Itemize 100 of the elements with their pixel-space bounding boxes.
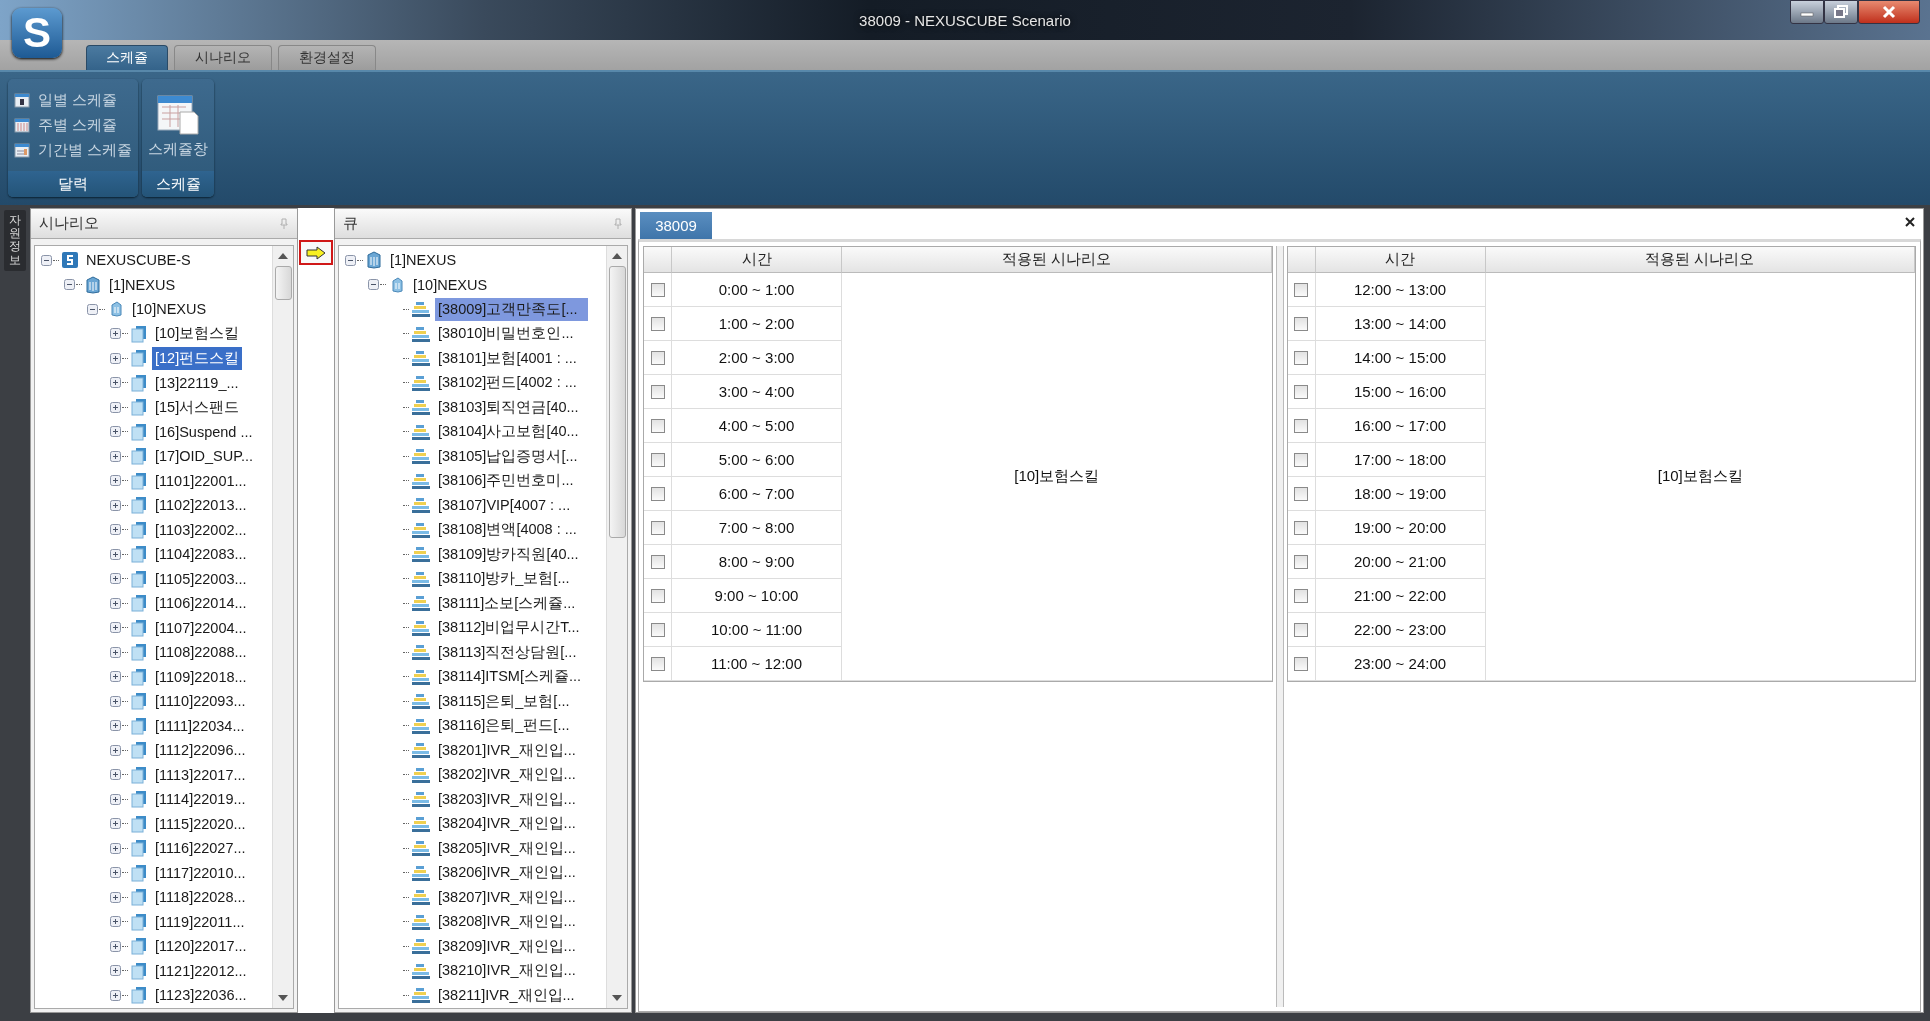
tree-item[interactable]: [1106]22014...	[152, 593, 250, 614]
scroll-down-icon[interactable]	[612, 995, 622, 1001]
tree-item[interactable]: [1115]22020...	[152, 813, 249, 834]
expand-icon[interactable]	[110, 793, 121, 805]
tree-item[interactable]: [38109]방카직원[40...	[435, 542, 582, 566]
tree-item[interactable]: [38210]IVR_재인입...	[435, 959, 579, 983]
tree-item[interactable]: [38111]소보[스케쥴...	[435, 591, 579, 615]
expand-icon[interactable]	[110, 548, 121, 560]
expand-icon[interactable]	[110, 989, 121, 1001]
expand-icon[interactable]	[110, 475, 121, 487]
ribbon-tab[interactable]: 스케쥴	[86, 45, 168, 70]
checkbox[interactable]	[650, 588, 665, 603]
checkbox[interactable]	[650, 622, 665, 637]
tree-item[interactable]: [38208]IVR_재인입...	[435, 910, 579, 934]
tree-item[interactable]: [1111]22034...	[152, 715, 248, 736]
tree-item[interactable]: [38205]IVR_재인입...	[435, 836, 579, 860]
minimize-button[interactable]	[1790, 0, 1824, 24]
tree-item[interactable]: [38202]IVR_재인입...	[435, 763, 579, 787]
close-button[interactable]	[1858, 0, 1920, 24]
tree-item[interactable]: [38207]IVR_재인입...	[435, 885, 579, 909]
expand-icon[interactable]	[110, 450, 121, 462]
scrollbar-thumb[interactable]	[608, 266, 626, 538]
checkbox[interactable]	[650, 316, 665, 331]
tree-item[interactable]: [38112]비업무시간T...	[435, 616, 583, 640]
side-tab[interactable]: 자원정보	[4, 210, 26, 271]
tree-item[interactable]: [1104]22083...	[152, 544, 250, 565]
tree-item[interactable]: [38116]은퇴_펀드[...	[435, 714, 573, 738]
tree-item[interactable]: [1]NEXUS	[387, 250, 460, 271]
expand-icon[interactable]	[110, 352, 121, 364]
checkbox[interactable]	[650, 452, 665, 467]
checkbox[interactable]	[1294, 282, 1308, 297]
expand-icon[interactable]	[110, 426, 121, 438]
tree-item[interactable]: [1101]22001...	[152, 470, 250, 491]
ribbon-button[interactable]: 기간별 스케쥴	[14, 140, 133, 160]
document-tab[interactable]: 38009	[640, 212, 712, 239]
scrollbar[interactable]	[272, 246, 293, 1008]
checkbox[interactable]	[650, 384, 665, 399]
tree-item[interactable]: [38211]IVR_재인입...	[435, 983, 578, 1007]
checkbox[interactable]	[1294, 622, 1308, 637]
expand-icon[interactable]	[110, 744, 121, 756]
restore-button[interactable]	[1824, 0, 1858, 24]
tree-item[interactable]: [10]NEXUS	[129, 299, 210, 320]
tree-item[interactable]: [38106]주민번호미...	[435, 469, 577, 493]
expand-icon[interactable]	[110, 377, 121, 389]
expand-icon[interactable]	[110, 524, 121, 536]
tree-item[interactable]: [38203]IVR_재인입...	[435, 787, 579, 811]
tree-item[interactable]: [13]22119_...	[152, 372, 242, 393]
expand-icon[interactable]	[110, 573, 121, 585]
tree-item[interactable]: [1116]22027...	[152, 838, 249, 859]
collapse-icon[interactable]	[345, 254, 356, 266]
tree-item[interactable]: [10]보험스킬	[152, 322, 243, 346]
tree-item[interactable]: [1107]22004...	[152, 617, 250, 638]
tree-item[interactable]: [1121]22012...	[152, 960, 250, 981]
collapse-icon[interactable]	[64, 279, 75, 291]
tree-item[interactable]: [1119]22011...	[152, 911, 248, 932]
collapse-icon[interactable]	[41, 254, 52, 266]
tree-item[interactable]: [38104]사고보험[40...	[435, 420, 582, 444]
tree-item[interactable]: [17]OID_SUP...	[152, 446, 257, 467]
expand-icon[interactable]	[110, 769, 121, 781]
tree-item[interactable]: [38108]변액[4008 : ...	[435, 518, 580, 542]
tree-item[interactable]: [1109]22018...	[152, 666, 250, 687]
tree-item[interactable]: [1]NEXUS	[106, 274, 179, 295]
checkbox[interactable]	[650, 520, 665, 535]
ribbon-tab[interactable]: 시나리오	[174, 45, 272, 70]
expand-icon[interactable]	[110, 671, 121, 683]
tree-item[interactable]: [1117]22010...	[152, 862, 249, 883]
scrollbar[interactable]	[606, 246, 627, 1008]
tree-item[interactable]: [38113]직전상담원[...	[435, 640, 580, 664]
expand-icon[interactable]	[110, 720, 121, 732]
tree-item[interactable]: [1123]22036...	[152, 985, 250, 1006]
ribbon-button[interactable]: 주별 스케쥴	[14, 115, 133, 135]
tree-item[interactable]: [1102]22013...	[152, 495, 250, 516]
scroll-up-icon[interactable]	[278, 253, 288, 259]
checkbox[interactable]	[1294, 520, 1308, 535]
checkbox[interactable]	[650, 486, 665, 501]
expand-icon[interactable]	[110, 328, 121, 340]
move-arrow-button[interactable]	[299, 240, 333, 265]
app-logo[interactable]: S	[12, 8, 62, 58]
close-icon[interactable]	[1905, 217, 1915, 227]
expand-icon[interactable]	[110, 940, 121, 952]
expand-icon[interactable]	[110, 597, 121, 609]
expand-icon[interactable]	[110, 891, 121, 903]
tree-item[interactable]: [1118]22028...	[152, 887, 249, 908]
tree-item[interactable]: [38010]비밀번호인...	[435, 322, 577, 346]
tree-item[interactable]: [12]펀드스킬	[152, 346, 243, 370]
tree-item[interactable]: [38102]펀드[4002 : ...	[435, 371, 580, 395]
tree-item[interactable]: [38110]방카_보험[...	[435, 567, 573, 591]
collapse-icon[interactable]	[87, 303, 98, 315]
ribbon-button[interactable]: 일별 스케쥴	[14, 90, 133, 110]
tree-item[interactable]: NEXUSCUBE-S	[83, 250, 194, 271]
tree-item[interactable]: [1105]22003...	[152, 568, 250, 589]
tree-item[interactable]: [1112]22096...	[152, 740, 249, 761]
checkbox[interactable]	[1294, 316, 1308, 331]
expand-icon[interactable]	[110, 622, 121, 634]
tree-item[interactable]: [38103]퇴직연금[40...	[435, 395, 582, 419]
tree-item[interactable]: [15]서스팬드	[152, 395, 243, 419]
tree-item[interactable]: [38009]고객만족도[...	[435, 297, 588, 321]
tree-item[interactable]: [10]NEXUS	[410, 274, 491, 295]
expand-icon[interactable]	[110, 646, 121, 658]
checkbox[interactable]	[1294, 350, 1308, 365]
